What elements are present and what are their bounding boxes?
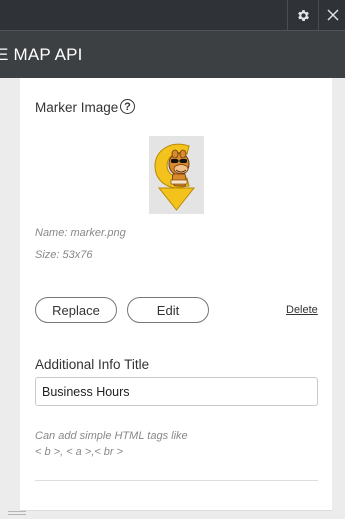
grip-line [8, 514, 26, 515]
hint-line-2: < b >, < a >,< br > [35, 446, 124, 458]
camel-marker-icon [154, 143, 196, 211]
toolbar-divider [287, 0, 288, 30]
resize-handle[interactable] [0, 509, 345, 519]
help-icon[interactable]: ? [120, 99, 135, 114]
panel-title: E MAP API [0, 45, 83, 64]
marker-file-size: Size: 53x76 [35, 249, 93, 261]
panel-title-bar: E MAP API [0, 30, 345, 78]
replace-button[interactable]: Replace [35, 297, 117, 323]
section-divider [35, 480, 318, 481]
top-toolbar [0, 0, 345, 30]
settings-button[interactable] [292, 5, 314, 25]
additional-info-title-input[interactable]: Business Hours [35, 377, 318, 406]
hint-line-1: Can add simple HTML tags like [35, 430, 188, 442]
close-button[interactable] [322, 5, 344, 25]
gear-icon [297, 9, 309, 21]
edit-button[interactable]: Edit [127, 297, 209, 323]
toolbar-divider [318, 0, 319, 30]
close-icon [327, 9, 339, 21]
marker-file-name: Name: marker.png [35, 227, 126, 239]
delete-link[interactable]: Delete [286, 304, 318, 316]
additional-info-title-value: Business Hours [42, 384, 130, 399]
grip-line [8, 511, 26, 512]
marker-image-label: Marker Image [35, 100, 119, 115]
html-tags-hint: Can add simple HTML tags like < b >, < a… [35, 428, 188, 460]
additional-info-title-label: Additional Info Title [35, 357, 150, 372]
marker-image-preview[interactable] [149, 136, 204, 214]
